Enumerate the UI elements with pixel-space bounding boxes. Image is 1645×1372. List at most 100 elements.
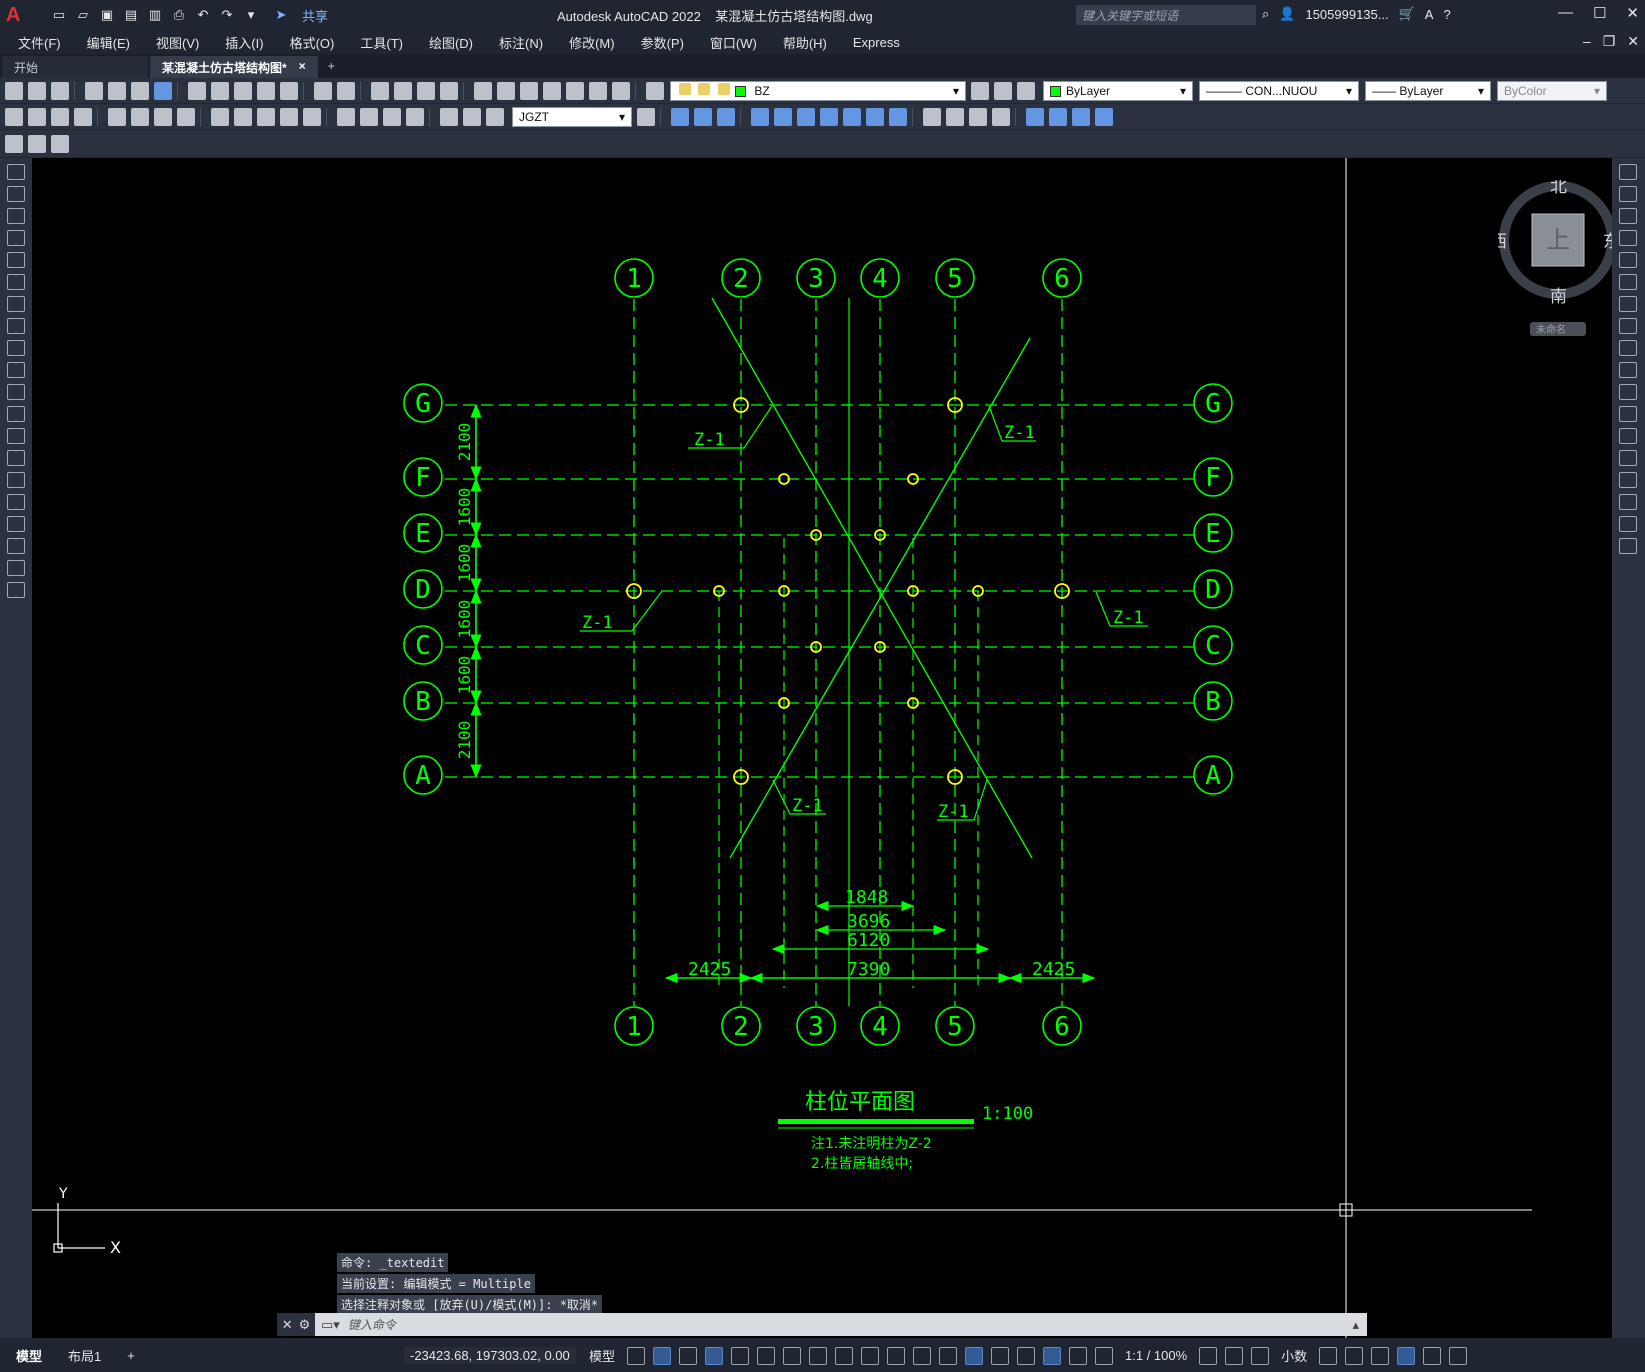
solid-box-icon[interactable] [671, 107, 689, 126]
tab-start[interactable]: 开始 [2, 56, 148, 78]
join-icon[interactable] [1619, 450, 1637, 466]
calculator-icon[interactable] [589, 81, 607, 100]
autocad-logo-icon[interactable]: A [6, 4, 28, 26]
extrude-icon[interactable] [751, 107, 769, 126]
tool-palettes-icon[interactable] [520, 81, 538, 100]
save-as-icon[interactable]: ▤ [122, 6, 140, 24]
polygon-icon[interactable] [7, 230, 25, 246]
copy-modify-icon[interactable] [1619, 186, 1637, 202]
circle-icon[interactable] [7, 296, 25, 312]
units-value[interactable]: 小数 [1281, 1346, 1307, 1365]
customize-command-icon[interactable]: ⚙ [299, 1317, 311, 1333]
doc-close-icon[interactable]: ✕ [1627, 33, 1639, 50]
jogged-icon[interactable] [131, 107, 149, 126]
linetype-dropdown[interactable]: ——— CON...NUOU ▾ [1199, 80, 1359, 101]
search-input[interactable]: 键入关键字或短语 [1076, 5, 1256, 25]
annotation-scale-value[interactable]: 1:1 / 100% [1125, 1348, 1187, 1363]
polyline-icon[interactable] [7, 208, 25, 224]
preview-icon[interactable] [108, 81, 126, 100]
make-current-icon[interactable] [971, 81, 989, 100]
publish-icon[interactable] [131, 81, 149, 100]
graphics-performance-icon[interactable] [1397, 1346, 1416, 1365]
baseline-icon[interactable] [234, 107, 252, 126]
trim-icon[interactable] [1619, 362, 1637, 378]
menu-edit[interactable]: 编辑(E) [87, 33, 130, 52]
visual-style-hidden-icon[interactable] [946, 107, 964, 126]
table-draw-icon[interactable] [7, 538, 25, 554]
rotate-icon[interactable] [1619, 296, 1637, 312]
gradient-icon[interactable] [7, 494, 25, 510]
hatch-icon[interactable] [7, 472, 25, 488]
gizmo-icon[interactable] [1017, 1346, 1036, 1365]
compass-west[interactable]: 西 [1490, 232, 1507, 252]
menu-tools[interactable]: 工具(T) [360, 33, 403, 52]
insert-block-draw-icon[interactable] [7, 406, 25, 422]
customization-icon[interactable] [1449, 1346, 1468, 1365]
revision-cloud-icon[interactable] [7, 318, 25, 334]
continue-icon[interactable] [257, 107, 275, 126]
annotation-visibility-icon[interactable] [1043, 1346, 1062, 1365]
layer-states-icon[interactable] [1017, 81, 1035, 100]
properties-icon[interactable] [474, 81, 492, 100]
add-selected-icon[interactable] [7, 582, 25, 598]
ordinate-icon[interactable] [74, 107, 92, 126]
ellipse-arc-icon[interactable] [7, 384, 25, 400]
menu-draw[interactable]: 绘图(D) [429, 33, 473, 52]
undo-icon[interactable]: ↶ [194, 6, 212, 24]
zoom-realtime-icon[interactable] [394, 81, 412, 100]
union-icon[interactable] [797, 107, 815, 126]
compass-east[interactable]: 东 [1603, 232, 1612, 252]
units-icon[interactable] [1251, 1346, 1270, 1365]
sheet-set-icon[interactable] [543, 81, 561, 100]
command-input[interactable]: 键入命令 [340, 1316, 1353, 1333]
annotation-monitor-icon[interactable] [1225, 1346, 1244, 1365]
color-dropdown[interactable]: ByLayer ▾ [1043, 80, 1193, 101]
layer-manager-icon[interactable] [51, 134, 69, 153]
undo-toolbar-icon[interactable] [314, 81, 332, 100]
menu-parametric[interactable]: 参数(P) [641, 33, 684, 52]
move-icon[interactable] [1619, 274, 1637, 290]
intersect-icon[interactable] [843, 107, 861, 126]
new-icon[interactable] [5, 81, 23, 100]
new-tab-button[interactable]: + [320, 56, 343, 78]
menu-view[interactable]: 视图(V) [156, 33, 199, 52]
design-center-icon[interactable] [497, 81, 515, 100]
dim-style-manager-icon[interactable] [637, 107, 655, 126]
zoom-window-icon[interactable] [417, 81, 435, 100]
cart-icon[interactable]: 🛒 [1399, 6, 1415, 22]
dim-style-dropdown[interactable]: JGZT ▾ [512, 106, 632, 127]
snap-icon[interactable] [653, 1346, 672, 1365]
close-icon[interactable]: ✕ [1626, 4, 1639, 22]
help-button[interactable]: ? [1443, 7, 1450, 22]
compass-south[interactable]: 南 [1550, 287, 1567, 307]
new-file-icon[interactable]: ▭ [50, 6, 68, 24]
arc-length-icon[interactable] [51, 107, 69, 126]
dim-edit-icon[interactable] [440, 107, 458, 126]
web-mobile-icon[interactable]: ▥ [146, 6, 164, 24]
redo-icon[interactable]: ↷ [218, 6, 236, 24]
cut-icon[interactable] [188, 81, 206, 100]
break-at-point-icon[interactable] [1619, 406, 1637, 422]
plot-icon[interactable]: ⎙ [170, 6, 188, 24]
fillet-icon[interactable] [1619, 494, 1637, 510]
scale-icon[interactable] [1619, 318, 1637, 334]
revolve-icon[interactable] [774, 107, 792, 126]
tab-model[interactable]: 模型 [6, 1342, 52, 1369]
plotstyle-dropdown[interactable]: ByColor ▾ [1497, 80, 1607, 101]
clean-screen-icon[interactable] [1423, 1346, 1442, 1365]
layer-previous-icon[interactable] [994, 81, 1012, 100]
menu-dimension[interactable]: 标注(N) [499, 33, 543, 52]
pan-icon[interactable] [371, 81, 389, 100]
close-command-icon[interactable]: ✕ [282, 1317, 293, 1333]
isodraft-icon[interactable] [783, 1346, 802, 1365]
user-name[interactable]: 1505999135... [1305, 7, 1388, 22]
menu-modify[interactable]: 修改(M) [569, 33, 615, 52]
slice-icon[interactable] [866, 107, 884, 126]
visual-style-conceptual-icon[interactable] [992, 107, 1010, 126]
help-toolbar-icon[interactable] [612, 81, 630, 100]
match-properties-icon[interactable] [257, 81, 275, 100]
recent-commands-icon[interactable]: ▭▾ [315, 1317, 340, 1333]
view-front-icon[interactable] [1049, 107, 1067, 126]
customize-qat-icon[interactable]: ▾ [242, 6, 260, 24]
dim-break-icon[interactable] [303, 107, 321, 126]
